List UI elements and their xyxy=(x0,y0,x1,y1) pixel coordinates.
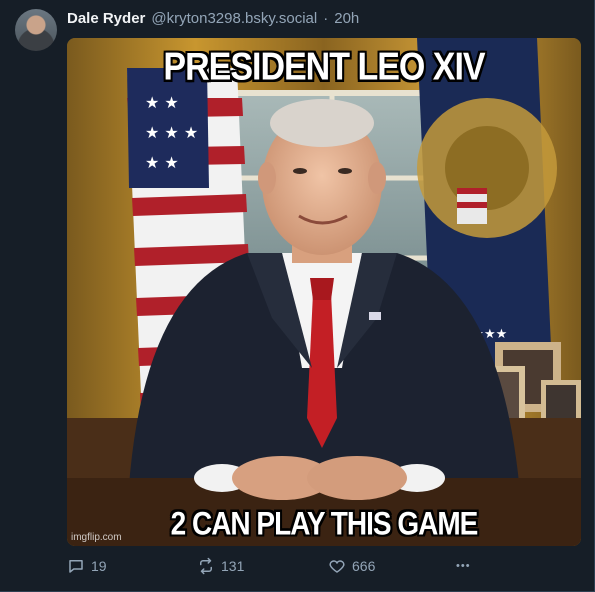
meme-image: ★ ★ ★ ★ ★ ★ ★ ★★★★★ xyxy=(67,38,581,546)
imgflip-watermark: imgflip.com xyxy=(71,532,122,543)
meme-top-text: PRESIDENT LEO XIV xyxy=(163,45,485,89)
author-name[interactable]: Dale Ryder xyxy=(67,10,145,27)
reply-count: 19 xyxy=(91,558,107,574)
separator: · xyxy=(323,9,329,27)
more-options-button[interactable]: ••• xyxy=(456,556,471,576)
svg-text:★ ★: ★ ★ xyxy=(145,153,179,172)
heart-icon xyxy=(329,560,345,573)
timestamp[interactable]: 20h xyxy=(334,10,359,27)
post-header: Dale Ryder @kryton3298.bsky.social · 20h xyxy=(67,9,359,27)
like-count: 666 xyxy=(352,558,376,574)
avatar[interactable] xyxy=(15,9,57,51)
post[interactable]: Dale Ryder @kryton3298.bsky.social · 20h xyxy=(0,0,595,592)
meme-bottom-text: 2 CAN PLAY THIS GAME xyxy=(170,505,479,542)
svg-text:★ ★ ★: ★ ★ ★ xyxy=(145,123,198,142)
repost-count: 131 xyxy=(221,558,245,574)
post-image[interactable]: ★ ★ ★ ★ ★ ★ ★ ★★★★★ xyxy=(67,38,581,546)
more-icon: ••• xyxy=(456,560,471,572)
author-handle[interactable]: @kryton3298.bsky.social xyxy=(151,10,317,27)
like-button[interactable]: 666 xyxy=(328,556,375,576)
repost-button[interactable]: 131 xyxy=(197,556,244,576)
post-actions: 19 131 666 ••• xyxy=(67,556,487,576)
repost-icon xyxy=(200,557,212,575)
reply-icon xyxy=(69,560,83,573)
reply-button[interactable]: 19 xyxy=(67,556,107,576)
svg-text:★ ★: ★ ★ xyxy=(145,93,179,112)
